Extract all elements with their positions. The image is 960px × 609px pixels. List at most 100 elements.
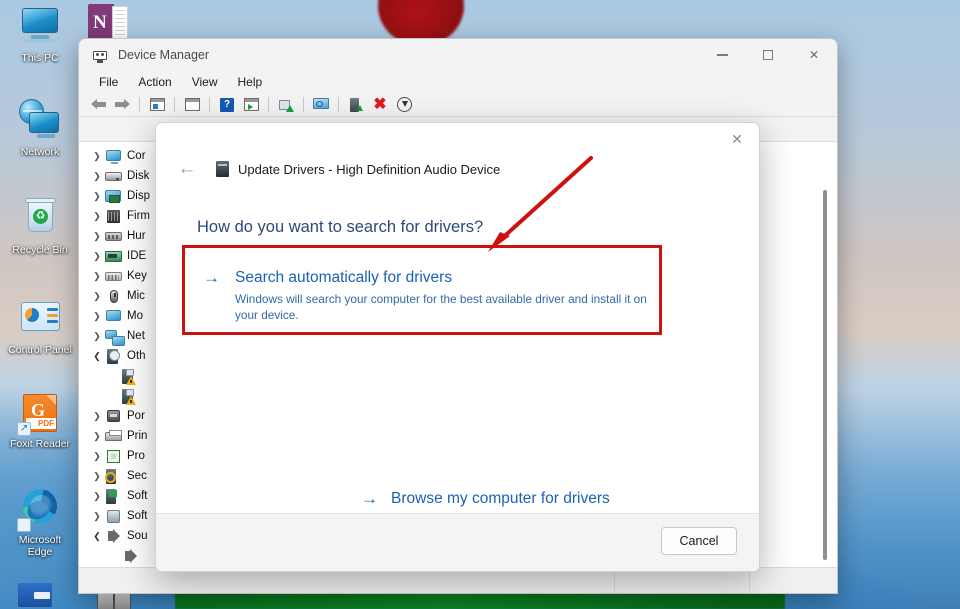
- device-manager-titlebar: Device Manager ✕: [79, 39, 837, 71]
- scrollbar-thumb[interactable]: [823, 190, 827, 560]
- toolbar-separator: [209, 97, 210, 112]
- menu-action[interactable]: Action: [128, 73, 181, 91]
- chevron-right-icon[interactable]: ❯: [89, 431, 105, 442]
- onenote-letter: N: [93, 12, 107, 33]
- dialog-question: How do you want to search for drivers?: [197, 218, 484, 236]
- download-icon[interactable]: [393, 95, 415, 115]
- menu-file[interactable]: File: [89, 73, 128, 91]
- security-devices-icon: [105, 468, 122, 484]
- chevron-right-icon[interactable]: ❯: [89, 511, 105, 522]
- print-queues-icon: [105, 429, 122, 444]
- chevron-right-icon[interactable]: ❯: [89, 471, 105, 482]
- desktop-icon-foxit-reader[interactable]: G PDF ↗ Foxit Reader: [0, 392, 80, 450]
- chevron-right-icon[interactable]: ❯: [89, 291, 105, 302]
- network-adapters-icon: [105, 329, 125, 346]
- toolbar-separator: [338, 97, 339, 112]
- desktop-icon-label: Recycle Bin: [12, 244, 68, 256]
- chevron-right-icon[interactable]: ❯: [89, 451, 105, 462]
- toolbar-separator: [268, 97, 269, 112]
- mice-icon: [105, 289, 122, 304]
- human-interface-devices-icon: [105, 229, 122, 244]
- help-icon[interactable]: ?: [216, 95, 238, 115]
- desktop-icon-microsoft-edge[interactable]: Microsoft Edge: [0, 488, 80, 558]
- desktop-icon-label: This PC: [21, 52, 59, 64]
- tree-item-label: Soft: [127, 510, 148, 522]
- keyboards-icon: [105, 269, 122, 284]
- desktop-icon-label: Foxit Reader: [9, 438, 71, 450]
- desktop-icon-control-panel[interactable]: Control Panel: [0, 298, 80, 356]
- option-title: Browse my computer for drivers: [391, 490, 610, 507]
- enable-device-icon[interactable]: [345, 95, 367, 115]
- device-manager-icon: [92, 47, 108, 63]
- tree-item-label: Cor: [127, 150, 146, 162]
- status-segment-tertiary: [749, 568, 837, 593]
- option-search-automatically[interactable]: → Search automatically for drivers Windo…: [185, 247, 685, 343]
- show-hide-console-tree-icon[interactable]: [146, 95, 168, 115]
- chevron-right-icon[interactable]: ❯: [89, 231, 105, 242]
- software-components-icon: [105, 488, 122, 504]
- tree-item-label: Net: [127, 330, 145, 342]
- foxit-reader-icon: G PDF ↗: [17, 392, 63, 436]
- chevron-right-icon[interactable]: ❯: [89, 211, 105, 222]
- back-arrow-icon[interactable]: [87, 95, 109, 115]
- tree-item-label: Disp: [127, 190, 151, 202]
- disk-drives-icon: [105, 169, 122, 184]
- tree-item-label: Soft: [127, 490, 148, 502]
- chevron-right-icon[interactable]: ❯: [89, 171, 105, 182]
- tree-item-label: Disk: [127, 170, 150, 182]
- desktop-icon-this-pc[interactable]: This PC: [0, 6, 80, 64]
- close-icon: ✕: [731, 130, 743, 147]
- control-panel-icon: [17, 298, 63, 342]
- tree-item-label: Key: [127, 270, 147, 282]
- window-controls: ✕: [699, 39, 837, 71]
- chevron-right-icon[interactable]: ❯: [89, 271, 105, 282]
- cancel-button[interactable]: Cancel: [661, 527, 737, 555]
- monitors-icon: [105, 309, 122, 324]
- chevron-down-icon[interactable]: ❮: [89, 351, 105, 362]
- desktop-icon-network[interactable]: Network: [0, 99, 80, 158]
- option-description: Windows will search your computer for th…: [235, 292, 647, 322]
- forward-arrow-icon[interactable]: [111, 95, 133, 115]
- desktop-icon-label: Network: [20, 146, 60, 158]
- menu-help[interactable]: Help: [228, 73, 273, 91]
- properties-icon[interactable]: [181, 95, 203, 115]
- uninstall-device-icon[interactable]: ✖: [369, 95, 391, 115]
- tree-item-label: Pro: [127, 450, 145, 462]
- desktop-icon-recycle-bin[interactable]: ♻ Recycle Bin: [0, 198, 80, 256]
- tree-item-label: Hur: [127, 230, 146, 242]
- scan-for-hardware-changes-icon[interactable]: [310, 95, 332, 115]
- chevron-down-icon[interactable]: ❮: [89, 531, 105, 542]
- driver-options-list: → Search automatically for drivers Windo…: [185, 247, 685, 343]
- chevron-right-icon[interactable]: ❯: [89, 311, 105, 322]
- taskbar-partial-icon: [18, 583, 52, 607]
- processors-icon: [105, 449, 122, 464]
- dialog-title: Update Drivers - High Definition Audio D…: [238, 161, 501, 177]
- chevron-right-icon[interactable]: ❯: [89, 491, 105, 502]
- window-title: Device Manager: [118, 48, 210, 62]
- action-icon[interactable]: [240, 95, 262, 115]
- menu-view[interactable]: View: [182, 73, 228, 91]
- dialog-close-button[interactable]: ✕: [715, 123, 759, 155]
- dialog-header: ← Update Drivers - High Definition Audio…: [156, 123, 759, 182]
- close-icon: ✕: [808, 48, 820, 62]
- desktop-icon-label-2: Edge: [27, 546, 53, 558]
- tree-item-label: Por: [127, 410, 145, 422]
- maximize-button[interactable]: [745, 39, 791, 71]
- chevron-right-icon[interactable]: ❯: [89, 251, 105, 262]
- computer-icon: [105, 149, 122, 164]
- chevron-right-icon[interactable]: ❯: [89, 151, 105, 162]
- chevron-right-icon[interactable]: ❯: [89, 191, 105, 202]
- minimize-button[interactable]: [699, 39, 745, 71]
- cancel-label: Cancel: [679, 534, 719, 548]
- close-button[interactable]: ✕: [791, 39, 837, 71]
- tree-item-label: Oth: [127, 350, 146, 362]
- update-driver-icon[interactable]: [275, 95, 297, 115]
- chevron-right-icon[interactable]: ❯: [89, 331, 105, 342]
- chevron-right-icon[interactable]: ❯: [89, 411, 105, 422]
- vertical-scrollbar[interactable]: [819, 148, 831, 561]
- menubar: File Action View Help: [79, 71, 837, 93]
- back-button[interactable]: ←: [174, 156, 200, 182]
- update-drivers-dialog: ✕ ← Update Drivers - High Definition Aud…: [155, 122, 760, 572]
- tree-item-label: Firm: [127, 210, 150, 222]
- tree-item-label: Prin: [127, 430, 148, 442]
